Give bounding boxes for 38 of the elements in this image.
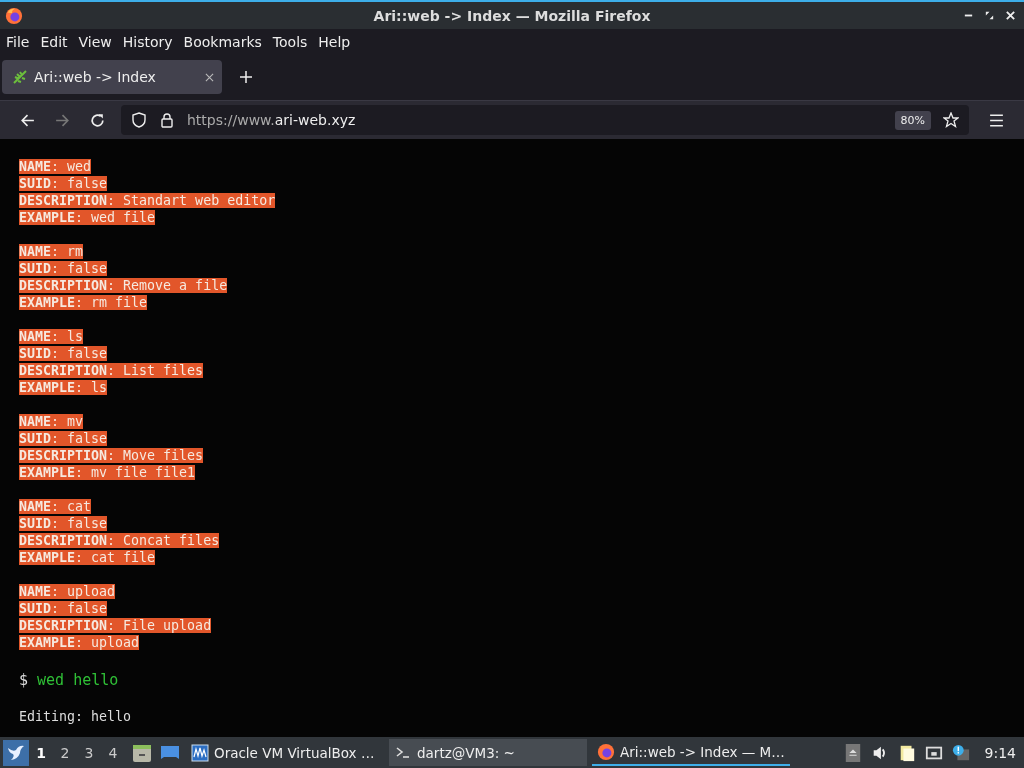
maximize-button[interactable] bbox=[984, 10, 995, 21]
firefox-logo-icon bbox=[5, 6, 23, 25]
waveform-window-icon bbox=[191, 743, 209, 762]
shield-icon bbox=[131, 112, 147, 128]
workspace-button[interactable]: 3 bbox=[77, 744, 101, 761]
leaf-icon bbox=[12, 69, 28, 85]
eject-icon[interactable] bbox=[843, 743, 862, 762]
menu-item[interactable]: Edit bbox=[40, 33, 73, 50]
menu-item[interactable]: File bbox=[6, 33, 35, 50]
clock: 9:14 bbox=[984, 744, 1016, 761]
menu-item[interactable]: Bookmarks bbox=[183, 33, 267, 50]
new-tab-icon[interactable] bbox=[239, 70, 253, 84]
workspace-button[interactable]: 2 bbox=[53, 744, 77, 761]
notification-icon[interactable] bbox=[951, 743, 970, 762]
close-tab-icon[interactable] bbox=[205, 72, 214, 82]
taskbar-task[interactable]: dartz@VM3: ~ bbox=[389, 739, 587, 766]
prompt-symbol: $ bbox=[19, 672, 29, 689]
zoom-level-button[interactable]: 80% bbox=[894, 110, 931, 130]
bird-menu-icon[interactable] bbox=[3, 739, 29, 766]
command-text: wed hello bbox=[37, 672, 119, 689]
menu-item[interactable]: Tools bbox=[272, 33, 313, 50]
taskbar-task[interactable]: Oracle VM VirtualBox … bbox=[186, 739, 384, 766]
taskbar-task[interactable]: Ari::web -> Index — M… bbox=[592, 739, 790, 766]
workspace-button[interactable]: 1 bbox=[29, 744, 53, 761]
window-title: Ari::web -> Index — Mozilla Firefox bbox=[373, 7, 651, 24]
address-field[interactable]: https://www.ari-web.xyz 80% bbox=[121, 105, 969, 135]
menu-item[interactable]: History bbox=[122, 33, 178, 50]
close-button[interactable] bbox=[1005, 10, 1016, 21]
menu-icon[interactable] bbox=[988, 111, 1005, 129]
reload-icon[interactable] bbox=[89, 111, 106, 129]
firefox-logo-icon bbox=[597, 742, 615, 761]
bookmark-star-icon[interactable] bbox=[943, 112, 959, 128]
menu-item[interactable]: View bbox=[78, 33, 117, 50]
browser-tab[interactable]: Ari::web -> Index bbox=[2, 60, 222, 94]
menu-item[interactable]: Help bbox=[318, 33, 356, 50]
output-text: Editing: hello bbox=[19, 708, 133, 725]
workspace-button[interactable]: 4 bbox=[101, 744, 125, 761]
lock-icon bbox=[159, 112, 175, 128]
